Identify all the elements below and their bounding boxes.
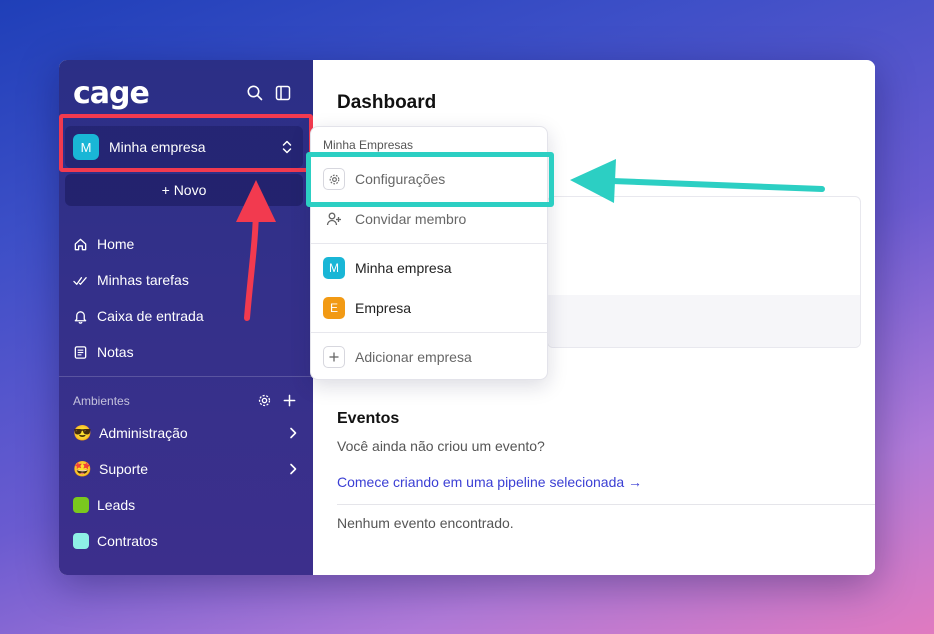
- annotation-arrows: [236, 159, 825, 321]
- arrow-teal-left: [570, 159, 825, 203]
- arrow-red-up: [236, 180, 276, 321]
